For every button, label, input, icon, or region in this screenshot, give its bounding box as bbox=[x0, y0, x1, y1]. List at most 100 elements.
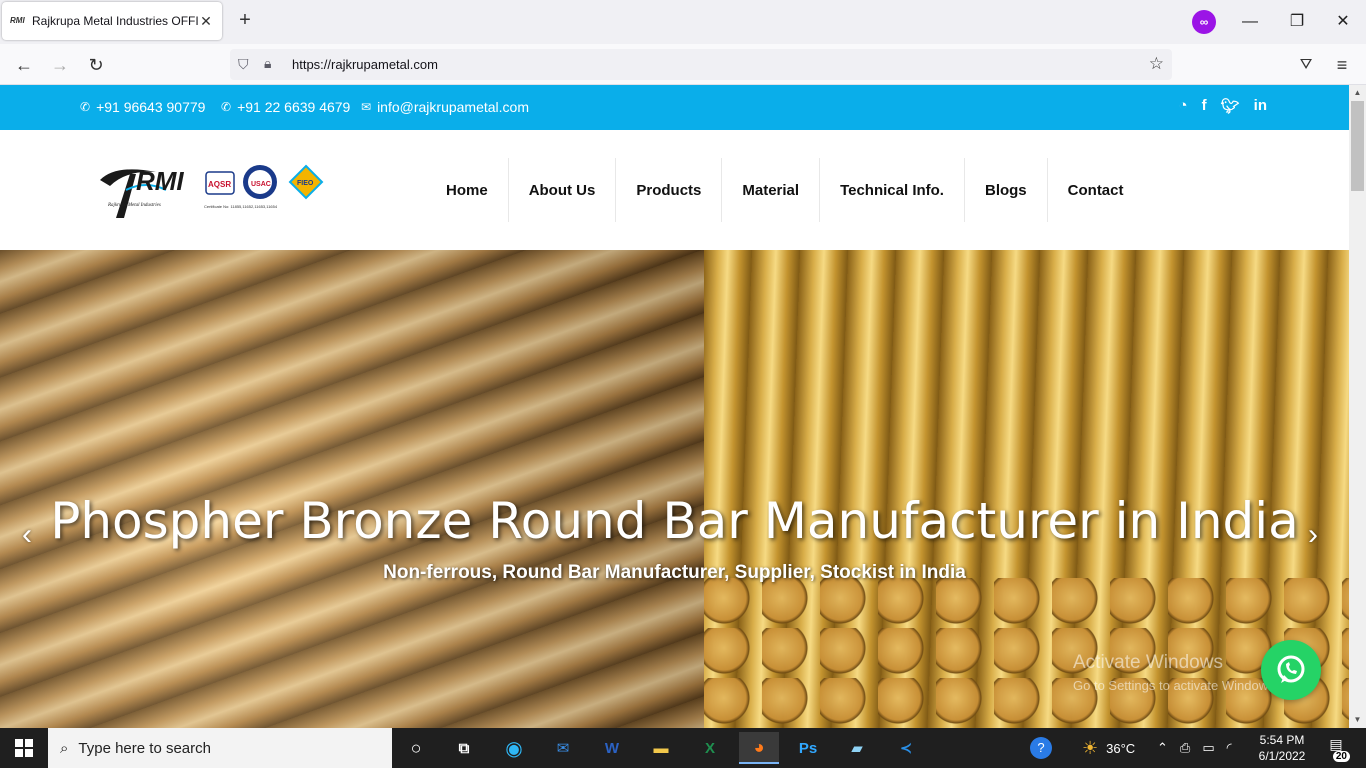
site-header: RMI Rajkrupa Metal Industries AQSR USAC … bbox=[0, 130, 1349, 250]
weather-widget[interactable]: ☀ 36°C bbox=[1082, 728, 1135, 768]
shield-icon[interactable]: ⛉ bbox=[238, 56, 254, 74]
weather-temperature: 36°C bbox=[1106, 740, 1136, 756]
hero-subheadline: Non-ferrous, Round Bar Manufacturer, Sup… bbox=[383, 562, 966, 583]
star-icon[interactable]: ☆ bbox=[1149, 54, 1164, 74]
address-bar[interactable]: ⛉ 🔒︎ https://rajkrupametal.com ☆ bbox=[230, 49, 1172, 80]
back-icon[interactable]: ← bbox=[11, 52, 37, 78]
file-explorer-icon[interactable]: ▬ bbox=[641, 732, 681, 764]
excel-icon[interactable]: X bbox=[690, 732, 730, 764]
fieo-badge: FIEO bbox=[297, 180, 314, 187]
email-text[interactable]: info@rajkrupametal.com bbox=[377, 99, 529, 115]
firefox-icon[interactable]: ◕ bbox=[739, 732, 779, 764]
search-icon: ⌕ bbox=[60, 739, 69, 757]
menu-home[interactable]: Home bbox=[426, 158, 509, 222]
menu-material[interactable]: Material bbox=[722, 158, 821, 222]
windows-start-button[interactable] bbox=[0, 728, 48, 768]
search-placeholder[interactable]: Type here to search bbox=[78, 740, 211, 757]
extension-icon[interactable]: ∞ bbox=[1192, 10, 1216, 34]
tray-app-icon[interactable]: ⎙ bbox=[1180, 740, 1190, 756]
tab-close-icon[interactable]: ✕ bbox=[198, 13, 214, 30]
activate-windows-watermark: Activate Windows Go to Settings to activ… bbox=[1073, 652, 1278, 693]
hero-slider: Phospher Bronze Round Bar Manufacturer i… bbox=[0, 250, 1349, 728]
contact-topbar: ✆ +91 96643 90779 ✆ +91 22 6639 4679 ✉ i… bbox=[0, 85, 1349, 130]
clock-time: 5:54 PM bbox=[1259, 733, 1305, 747]
menu-technical-info[interactable]: Technical Info. bbox=[820, 158, 965, 222]
phone1-contact[interactable]: ✆ +91 96643 90779 bbox=[80, 99, 205, 115]
watermark-line2: Go to Settings to activate Windows. bbox=[1073, 678, 1279, 693]
clock-date: 6/1/2022 bbox=[1258, 749, 1306, 763]
slider-next-icon[interactable]: › bbox=[1308, 518, 1318, 552]
scroll-down-icon[interactable]: ▼ bbox=[1349, 712, 1366, 728]
aqsr-badge: AQSR bbox=[208, 180, 231, 189]
menu-contact[interactable]: Contact bbox=[1048, 158, 1144, 222]
main-menu: Home About Us Products Material Technica… bbox=[426, 158, 1144, 222]
vscode-icon[interactable]: ≺ bbox=[886, 732, 926, 764]
social-links: ◔ f 🐦︎ in bbox=[1179, 97, 1267, 115]
windows-logo-icon bbox=[15, 739, 33, 757]
linkedin-icon[interactable]: in bbox=[1254, 97, 1267, 115]
certificate-text: Certificate No: 11855,11652,11653,11654 bbox=[204, 204, 278, 209]
word-icon[interactable]: W bbox=[592, 732, 632, 764]
forward-icon[interactable]: → bbox=[47, 52, 73, 78]
close-window-button[interactable]: ✕ bbox=[1331, 10, 1355, 34]
phone2-text[interactable]: +91 22 6639 4679 bbox=[237, 99, 350, 115]
whatsapp-chat-button[interactable] bbox=[1261, 640, 1321, 700]
phone1-text[interactable]: +91 96643 90779 bbox=[96, 99, 205, 115]
new-tab-button[interactable]: + bbox=[234, 10, 256, 32]
site-logo[interactable]: RMI Rajkrupa Metal Industries AQSR USAC … bbox=[96, 160, 331, 222]
envelope-icon: ✉ bbox=[361, 100, 372, 114]
weather-sun-icon: ☀ bbox=[1082, 737, 1099, 758]
taskbar-search[interactable]: ⌕ Type here to search bbox=[48, 728, 392, 768]
tray-chevron-icon[interactable]: ⌃ bbox=[1157, 740, 1168, 756]
logo-brand: RMI bbox=[136, 166, 184, 196]
whatsapp-icon bbox=[1277, 655, 1305, 683]
hero-headline: Phospher Bronze Round Bar Manufacturer i… bbox=[50, 492, 1299, 550]
photoshop-icon[interactable]: Ps bbox=[788, 732, 828, 764]
taskbar-clock[interactable]: 5:54 PM 6/1/2022 bbox=[1252, 732, 1312, 764]
help-tray-icon[interactable]: ? bbox=[1030, 728, 1052, 768]
phone-icon: ✆ bbox=[221, 100, 232, 114]
restore-button[interactable]: ❐ bbox=[1285, 10, 1309, 34]
page-scrollbar[interactable]: ▲ ▼ bbox=[1349, 85, 1366, 728]
browser-tab-bar: RMI Rajkrupa Metal Industries OFFICIAL ✕… bbox=[0, 0, 1366, 44]
url-text[interactable]: https://rajkrupametal.com bbox=[292, 57, 438, 72]
minimize-button[interactable]: — bbox=[1238, 10, 1262, 34]
twitter-icon[interactable]: 🐦︎ bbox=[1221, 97, 1240, 115]
email-contact[interactable]: ✉ info@rajkrupametal.com bbox=[361, 99, 529, 115]
watermark-line1: Activate Windows bbox=[1073, 652, 1223, 673]
battery-icon[interactable]: ▭ bbox=[1202, 740, 1214, 756]
phone2-contact[interactable]: ✆ +91 22 6639 4679 bbox=[221, 99, 350, 115]
task-view-icon[interactable]: ⧉ bbox=[444, 732, 484, 764]
usac-badge: USAC bbox=[251, 181, 271, 188]
menu-about-us[interactable]: About Us bbox=[509, 158, 617, 222]
browser-toolbar: ← → ↻ ⛉ 🔒︎ https://rajkrupametal.com ☆ ⛛… bbox=[0, 44, 1366, 85]
phone-icon: ✆ bbox=[80, 100, 91, 114]
cortana-icon[interactable]: ○ bbox=[396, 732, 436, 764]
logo-tagline: Rajkrupa Metal Industries bbox=[107, 203, 161, 208]
reload-icon[interactable]: ↻ bbox=[83, 52, 109, 78]
menu-products[interactable]: Products bbox=[616, 158, 723, 222]
wifi-icon[interactable]: ◜ bbox=[1227, 740, 1232, 756]
notification-center-button[interactable]: ▤ 20 bbox=[1322, 736, 1350, 762]
whatsapp-icon[interactable]: ◔ bbox=[1179, 97, 1188, 115]
scroll-thumb[interactable] bbox=[1351, 101, 1364, 191]
tab-title: Rajkrupa Metal Industries OFFICIAL bbox=[32, 14, 198, 28]
site-favicon: RMI bbox=[10, 16, 25, 25]
web-page: ✆ +91 96643 90779 ✆ +91 22 6639 4679 ✉ i… bbox=[0, 85, 1349, 728]
menu-icon[interactable]: ≡ bbox=[1329, 52, 1355, 78]
windows-taskbar: ⌕ Type here to search ○ ⧉ ◉ ✉ W ▬ X ◕ Ps… bbox=[0, 728, 1366, 768]
slider-prev-icon[interactable]: ‹ bbox=[22, 518, 32, 552]
scroll-up-icon[interactable]: ▲ bbox=[1349, 85, 1366, 101]
notification-count: 20 bbox=[1332, 751, 1350, 762]
notification-icon: ▤ bbox=[1329, 736, 1343, 752]
pocket-icon[interactable]: ⛛ bbox=[1293, 52, 1319, 78]
facebook-icon[interactable]: f bbox=[1202, 97, 1207, 115]
edge-icon[interactable]: ◉ bbox=[494, 732, 534, 764]
bronze-bars-image-left bbox=[0, 250, 704, 728]
menu-blogs[interactable]: Blogs bbox=[965, 158, 1048, 222]
browser-tab[interactable]: RMI Rajkrupa Metal Industries OFFICIAL ✕ bbox=[2, 2, 222, 40]
lock-icon[interactable]: 🔒︎ bbox=[264, 55, 280, 73]
system-tray: ⌃ ⎙ ▭ ◜ bbox=[1157, 728, 1232, 768]
mail-icon[interactable]: ✉ bbox=[543, 732, 583, 764]
notepad-icon[interactable]: ▰ bbox=[837, 732, 877, 764]
